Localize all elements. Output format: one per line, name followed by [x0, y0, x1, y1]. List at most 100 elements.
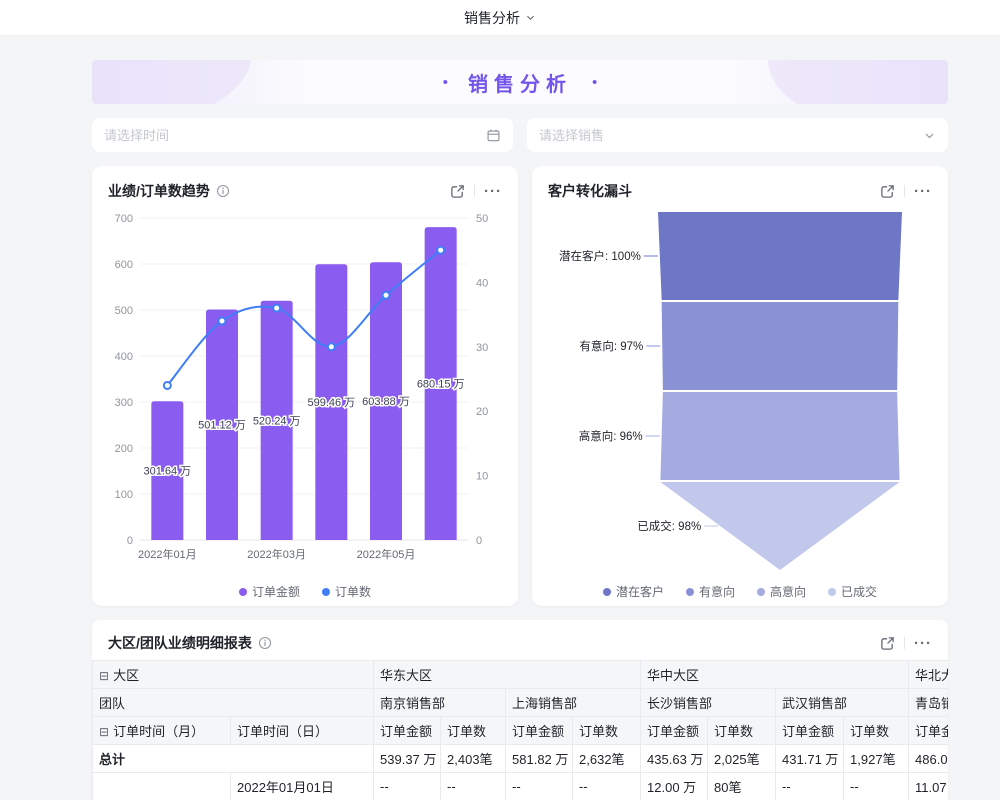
metric-value: 1,927笔 — [850, 752, 896, 767]
more-menu-icon[interactable]: ··· — [484, 184, 502, 199]
info-icon[interactable] — [216, 184, 230, 198]
y-axis-tick-left: 0 — [127, 535, 133, 547]
metric-value: 581.82 万 — [512, 752, 568, 767]
divider — [904, 637, 905, 649]
table-row: ⊟订单时间（月）订单时间（日）订单金额订单数订单金额订单数订单金额订单数订单金额… — [93, 717, 949, 745]
time-filter[interactable] — [92, 118, 513, 152]
team-label: 武汉销售部 — [782, 696, 847, 711]
data-cell: -- — [374, 773, 441, 800]
legend-item[interactable]: 潜在客户 — [603, 583, 664, 600]
line-point[interactable] — [437, 247, 444, 254]
y-axis-tick-right: 50 — [476, 213, 488, 225]
chevron-down-icon — [525, 12, 536, 23]
bar-value-label: 501.12 万 — [198, 420, 246, 432]
data-cell: -- — [573, 773, 641, 800]
time-filter-input[interactable] — [104, 128, 486, 143]
header-cell: 订单时间（日） — [231, 717, 374, 745]
metric-label: 订单数 — [579, 724, 618, 739]
trend-card-title: 业绩/订单数趋势 — [108, 181, 210, 201]
funnel-stage-label: 有意向: 97% — [579, 339, 643, 353]
export-icon[interactable] — [880, 184, 895, 199]
metric-label: 订单数 — [714, 724, 753, 739]
line-point[interactable] — [328, 343, 335, 350]
data-cell: -- — [506, 773, 573, 800]
info-icon[interactable] — [258, 636, 272, 650]
data-cell: 12.00 万 — [641, 773, 708, 800]
data-cell: 11.07 万 — [909, 773, 948, 800]
legend-item[interactable]: 订单金额 — [239, 583, 300, 600]
table-row: ⊟大区华东大区华中大区华北大区 — [93, 661, 949, 689]
y-axis-tick-right: 20 — [476, 406, 488, 418]
data-cell: 581.82 万 — [506, 745, 573, 773]
legend-item[interactable]: 高意向 — [757, 583, 806, 600]
chart-cards-row: 业绩/订单数趋势 ··· 010020030040050060070001020… — [92, 166, 948, 606]
region-corner-label: 大区 — [113, 668, 139, 683]
more-menu-icon[interactable]: ··· — [914, 636, 932, 651]
metric-label: 订单数 — [447, 724, 486, 739]
metric-value: 486.0 万 — [915, 752, 948, 767]
funnel-segment[interactable] — [658, 212, 902, 300]
legend-item[interactable]: 订单数 — [322, 583, 371, 600]
metric-label: 订单金额 — [647, 724, 699, 739]
metric-value: 11.07 万 — [915, 780, 948, 795]
y-axis-tick-left: 700 — [115, 213, 133, 225]
export-icon[interactable] — [880, 636, 895, 651]
header-cell: 南京销售部 — [374, 689, 506, 717]
line-point[interactable] — [273, 305, 280, 312]
legend-label: 有意向 — [699, 583, 735, 600]
header-cell: 订单金额 — [374, 717, 441, 745]
legend-item[interactable]: 有意向 — [686, 583, 735, 600]
team-label: 青岛销售部 — [915, 696, 948, 711]
line-point[interactable] — [383, 292, 390, 299]
metric-value: -- — [447, 779, 456, 794]
metric-value: -- — [380, 779, 389, 794]
metric-label: 订单数 — [850, 724, 889, 739]
data-cell: -- — [441, 773, 506, 800]
legend-label: 高意向 — [770, 583, 806, 600]
metric-label: 订单金额 — [512, 724, 564, 739]
team-label: 长沙销售部 — [647, 696, 712, 711]
more-menu-icon[interactable]: ··· — [914, 184, 932, 199]
y-axis-tick-right: 0 — [476, 535, 482, 547]
page-title-dropdown[interactable]: 销售分析 — [464, 8, 536, 28]
funnel-card: 客户转化漏斗 ··· 潜在客户: 100%有意向: 97%高意向: 96%已成交… — [532, 166, 948, 606]
metric-value: 2,632笔 — [579, 752, 625, 767]
metric-value: -- — [512, 779, 521, 794]
metric-value: 12.00 万 — [647, 780, 696, 795]
metric-value: 435.63 万 — [647, 752, 703, 767]
line-point[interactable] — [164, 382, 171, 389]
funnel-segment[interactable] — [660, 392, 899, 480]
metric-value: -- — [579, 779, 588, 794]
sales-filter-input[interactable] — [539, 128, 923, 143]
funnel-segment[interactable] — [662, 302, 899, 390]
pivot-table-scroll-area[interactable]: ⊟大区华东大区华中大区华北大区团队南京销售部上海销售部长沙销售部武汉销售部青岛销… — [92, 660, 948, 800]
banner-title: 销售分析 — [468, 68, 572, 97]
legend-label: 订单金额 — [252, 583, 300, 600]
legend-dot — [603, 588, 611, 596]
collapse-icon[interactable]: ⊟ — [99, 725, 109, 739]
line-point[interactable] — [219, 318, 226, 325]
data-cell: 2,632笔 — [573, 745, 641, 773]
divider — [474, 185, 475, 197]
metric-value: 2,025笔 — [714, 752, 760, 767]
data-cell: -- — [844, 773, 909, 800]
bar-value-label: 680.15 万 — [417, 379, 465, 391]
bar-value-label: 599.46 万 — [307, 397, 355, 409]
collapse-icon[interactable]: ⊟ — [99, 669, 109, 683]
y-axis-tick-left: 300 — [115, 397, 133, 409]
legend-item[interactable]: 已成交 — [828, 583, 877, 600]
metric-value: -- — [782, 779, 791, 794]
divider — [904, 185, 905, 197]
day-col-label: 订单时间（日） — [237, 724, 328, 739]
export-icon[interactable] — [450, 184, 465, 199]
data-cell: 539.37 万 — [374, 745, 441, 773]
y-axis-tick-left: 600 — [115, 259, 133, 271]
team-label: 南京销售部 — [380, 696, 445, 711]
header-cell: 订单数 — [708, 717, 776, 745]
pivot-table: ⊟大区华东大区华中大区华北大区团队南京销售部上海销售部长沙销售部武汉销售部青岛销… — [92, 660, 948, 800]
team-corner-label: 团队 — [99, 696, 125, 711]
header-cell: 订单金额 — [506, 717, 573, 745]
data-cell: 总计 — [93, 745, 374, 773]
table-row: 总计539.37 万2,403笔581.82 万2,632笔435.63 万2,… — [93, 745, 949, 773]
sales-filter[interactable] — [527, 118, 948, 152]
